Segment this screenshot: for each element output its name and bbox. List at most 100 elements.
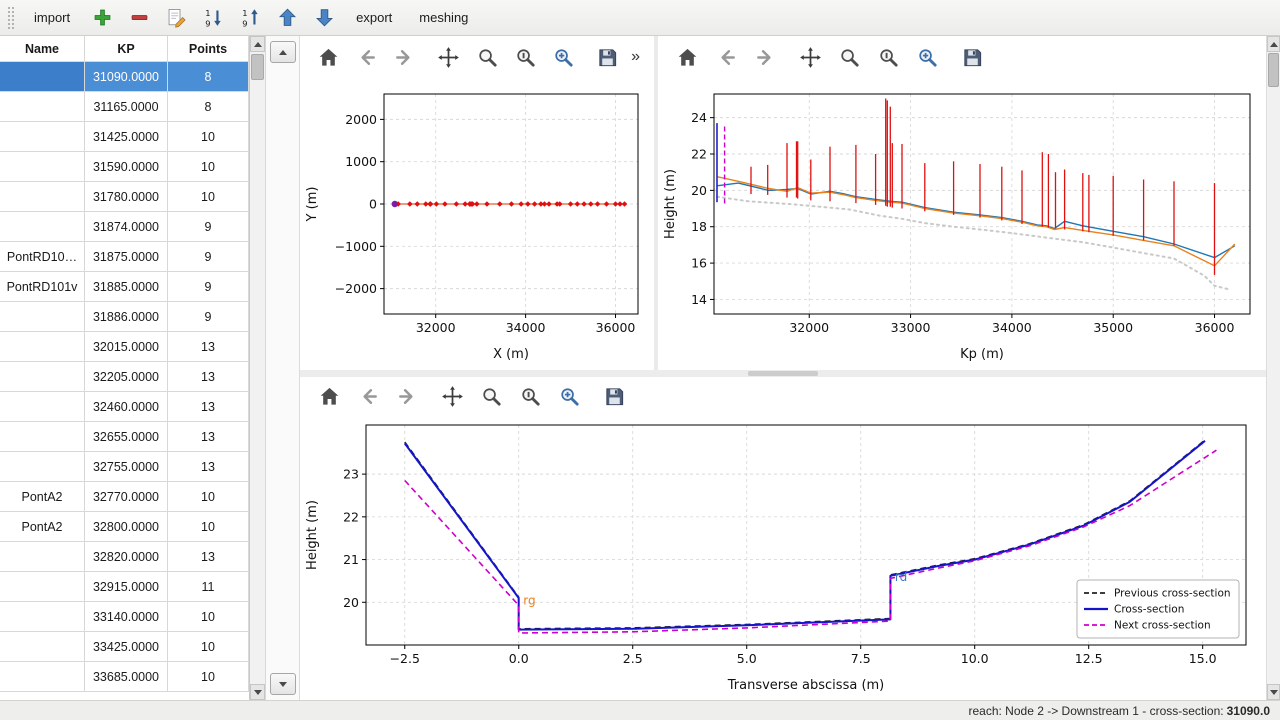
scrollbar-thumb[interactable] [251,54,264,80]
cell-points[interactable]: 10 [168,152,249,182]
cell-kp[interactable]: 31090.0000 [85,62,168,92]
longitudinal-profile-chart[interactable]: 3200033000340003500036000141618202224Kp … [658,78,1266,370]
table-row[interactable]: 33685.000010 [0,662,249,692]
home-button[interactable] [672,42,702,72]
edit-button[interactable] [161,4,191,32]
table-scrollbar[interactable] [250,36,266,700]
cell-kp[interactable]: 31874.0000 [85,212,168,242]
zoom-button[interactable] [834,42,864,72]
table-row[interactable]: 33140.000010 [0,602,249,632]
scrollbar-thumb[interactable] [1268,53,1279,87]
move-up-button[interactable] [272,4,302,32]
table-row[interactable]: 31425.000010 [0,122,249,152]
table-row[interactable]: 32755.000013 [0,452,249,482]
cell-name[interactable] [0,602,85,632]
cell-kp[interactable]: 33425.0000 [85,632,168,662]
forward-button[interactable] [392,381,422,411]
scroll-up-button[interactable] [250,36,265,52]
cell-points[interactable]: 13 [168,332,249,362]
cell-name[interactable] [0,572,85,602]
cell-name[interactable] [0,422,85,452]
zoom-rect-button[interactable] [549,42,578,72]
toolbar-grip[interactable] [8,7,14,29]
cell-points[interactable]: 10 [168,482,249,512]
cell-points[interactable]: 10 [168,182,249,212]
cross-section-figure[interactable]: −2.50.02.55.07.510.012.515.020212223Tran… [300,415,1262,699]
pan-button[interactable] [795,42,825,72]
cell-points[interactable]: 13 [168,452,249,482]
cell-points[interactable]: 9 [168,272,249,302]
table-row[interactable]: 32915.000011 [0,572,249,602]
cell-name[interactable] [0,92,85,122]
cell-kp[interactable]: 32770.0000 [85,482,168,512]
cell-points[interactable]: 10 [168,632,249,662]
cell-kp[interactable]: 32460.0000 [85,392,168,422]
column-header-kp[interactable]: KP [85,36,168,62]
cell-name[interactable]: PontRD10… [0,242,85,272]
table-row[interactable]: PontRD101v31885.00009 [0,272,249,302]
column-header-points[interactable]: Points [168,36,249,62]
table-row[interactable]: 32655.000013 [0,422,249,452]
scroll-down-button[interactable] [250,684,265,700]
zoom-rect-button[interactable] [554,381,584,411]
cell-kp[interactable]: 32820.0000 [85,542,168,572]
cell-kp[interactable]: 32205.0000 [85,362,168,392]
save-figure-button[interactable] [957,42,987,72]
pan-button[interactable] [437,381,467,411]
cell-kp[interactable]: 32800.0000 [85,512,168,542]
cell-kp[interactable]: 31875.0000 [85,242,168,272]
table-row[interactable]: 32015.000013 [0,332,249,362]
table-row[interactable]: PontA232770.000010 [0,482,249,512]
cell-kp[interactable]: 32755.0000 [85,452,168,482]
scroll-up-button[interactable] [1267,36,1280,52]
cell-kp[interactable]: 32655.0000 [85,422,168,452]
subplots-button[interactable] [515,381,545,411]
cell-name[interactable] [0,542,85,572]
table-row[interactable]: 32820.000013 [0,542,249,572]
column-header-name[interactable]: Name [0,36,85,62]
subplots-button[interactable] [873,42,903,72]
sort-ascending-button[interactable]: 19 [235,4,265,32]
cell-name[interactable] [0,302,85,332]
back-button[interactable] [352,42,381,72]
add-cross-section-button[interactable] [87,4,117,32]
back-button[interactable] [353,381,383,411]
scroll-down-button[interactable] [1267,684,1280,700]
splitter-handle[interactable] [748,371,818,376]
cell-name[interactable] [0,152,85,182]
back-button[interactable] [711,42,741,72]
cell-kp[interactable]: 31780.0000 [85,182,168,212]
cell-name[interactable] [0,212,85,242]
plan-view-chart[interactable]: 320003400036000−2000−1000010002000X (m)Y… [300,78,654,370]
table-row[interactable]: 31780.000010 [0,182,249,212]
save-figure-button[interactable] [593,42,622,72]
cell-kp[interactable]: 31590.0000 [85,152,168,182]
row-down-button[interactable] [270,673,296,695]
cell-name[interactable] [0,632,85,662]
remove-cross-section-button[interactable] [124,4,154,32]
cell-points[interactable]: 13 [168,392,249,422]
cell-kp[interactable]: 31885.0000 [85,272,168,302]
pan-button[interactable] [434,42,463,72]
cell-points[interactable]: 10 [168,662,249,692]
cell-name[interactable] [0,452,85,482]
scrollbar-track[interactable] [250,52,265,684]
subplots-button[interactable] [511,42,540,72]
forward-button[interactable] [390,42,419,72]
table-row[interactable]: 33425.000010 [0,632,249,662]
cell-points[interactable]: 11 [168,572,249,602]
cell-kp[interactable]: 32015.0000 [85,332,168,362]
cross-section-chart[interactable]: −2.50.02.55.07.510.012.515.020212223Tran… [300,415,1266,700]
right-scrollbar[interactable] [1266,36,1280,700]
table-row[interactable]: PontA232800.000010 [0,512,249,542]
cell-name[interactable] [0,362,85,392]
table-row[interactable]: PontRD10…31875.00009 [0,242,249,272]
cell-name[interactable]: PontA2 [0,512,85,542]
table-row[interactable]: 31165.00008 [0,92,249,122]
export-button[interactable]: export [346,4,402,31]
zoom-button[interactable] [473,42,502,72]
meshing-button[interactable]: meshing [409,4,478,31]
table-row[interactable]: 31874.00009 [0,212,249,242]
cell-kp[interactable]: 31886.0000 [85,302,168,332]
cell-kp[interactable]: 31425.0000 [85,122,168,152]
